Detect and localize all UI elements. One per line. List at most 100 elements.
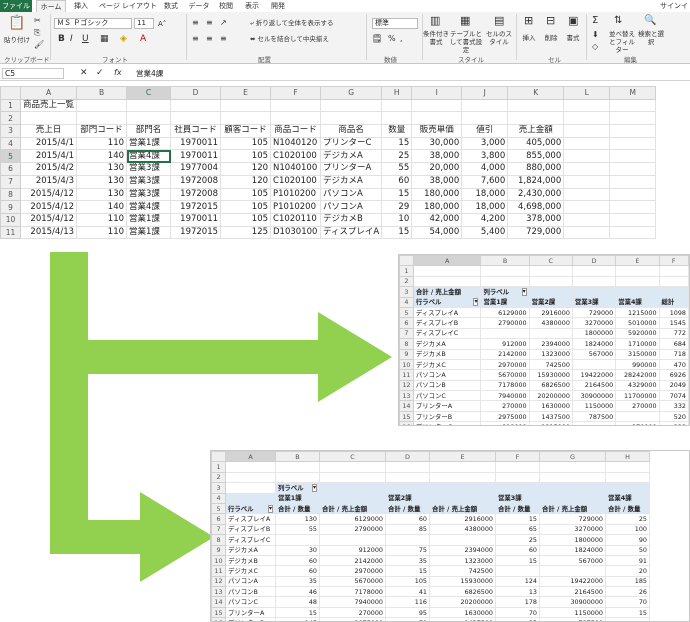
pivot1-cell-f16: 229	[658, 421, 689, 425]
pivot1-cell-e15	[615, 410, 660, 423]
pivot1-cell-a14: プリンターA	[412, 400, 482, 412]
pivot1-cell-a1	[412, 265, 482, 277]
pivot1-cell-e2	[615, 275, 660, 288]
pivot2-cell-d8	[385, 534, 430, 546]
pivot2-row-header-7: 7	[211, 523, 226, 536]
pivot2-row-header-13: 13	[211, 586, 226, 598]
pivot1-cell-c2	[528, 275, 573, 288]
pivot2-cell-d5: 合計 / 数量	[385, 502, 430, 515]
pivot1-cell-a5: ディスプレイA	[412, 306, 482, 319]
pivot1-cell-d13: 30900000	[571, 390, 617, 402]
pivot2-cell-e6: 2916000	[429, 513, 496, 525]
pivot1-cell-f12: 2049	[658, 379, 689, 392]
pivot2-cell-h16	[605, 617, 650, 621]
pivot2-cell-e12: 15930000	[429, 575, 496, 588]
pivot2-column-header-h: H	[605, 451, 650, 463]
pivot1-cell-e13: 11700000	[615, 390, 660, 402]
pivot2-row-header-2: 2	[211, 471, 226, 484]
pivot1-column-header-d: D	[571, 255, 617, 267]
pivot2-cell-h13: 26	[605, 586, 650, 598]
pivot2-row-header-12: 12	[211, 575, 226, 588]
pivot2-cell-c9: 912000	[319, 544, 386, 556]
pivot1-cell-a13: パソコンC	[412, 390, 482, 402]
pivot1-cell-b7	[480, 327, 530, 340]
pivot1-cell-a2	[412, 275, 482, 288]
pivot2-cell-a7: ディスプレイB	[225, 523, 276, 536]
pivot1-cell-e7: 5920000	[615, 327, 660, 340]
pivot1-row-header-16: 16	[399, 421, 414, 425]
pivot2-cell-b13: 46	[275, 586, 320, 598]
pivot1-cell-a16: プリンターC	[412, 421, 482, 425]
pivot2-row-header-9: 9	[211, 544, 226, 556]
pivot2-cell-f1	[495, 461, 540, 473]
pivot2-cell-b7: 55	[275, 523, 320, 536]
pivot2-cell-d15: 95	[385, 606, 430, 619]
pivot2-cell-e4	[429, 492, 496, 504]
pivot2-cell-g9: 1824000	[539, 544, 606, 556]
pivot2-cell-g1	[539, 461, 606, 473]
pivot1-cell-f13: 7074	[658, 390, 689, 402]
pivot2-cell-f14: 178	[495, 596, 540, 608]
pivot2-cell-d14: 116	[385, 596, 430, 608]
pivot1-cell-a4: 行ラベル	[412, 296, 482, 308]
pivot2-cell-e13: 6826500	[429, 586, 496, 598]
pivot1-cell-d15: 787500	[571, 410, 617, 423]
pivot-table-1-screenshot: ABCDEF123合計 / 売上金額列ラベル4行ラベル営業1課営業2課営業3課営…	[398, 254, 690, 426]
pivot2-cell-g6: 729000	[539, 513, 606, 525]
pivot2-cell-d2	[385, 471, 430, 484]
pivot1-cell-f8: 684	[658, 338, 689, 350]
pivot1-cell-a12: パソコンB	[412, 379, 482, 392]
pivot1-column-header-c: C	[528, 255, 573, 267]
pivot1-cell-d1	[571, 265, 617, 277]
pivot1-cell-c8: 2394000	[528, 338, 573, 350]
pivot2-cell-f5: 合計 / 数量	[495, 502, 540, 515]
pivot1-cell-c3	[528, 286, 573, 298]
pivot1-cell-a15: プリンターB	[412, 410, 482, 423]
pivot2-row-header-10: 10	[211, 554, 226, 567]
pivot2-cell-g14: 30900000	[539, 596, 606, 608]
pivot1-cell-f15: 520	[658, 410, 689, 423]
pivot1-cell-f3	[658, 286, 689, 298]
pivot2-cell-c2	[319, 471, 386, 484]
pivot2-row-header-14: 14	[211, 596, 226, 608]
pivot1-cell-c1	[528, 265, 573, 277]
pivot1-row-header-15: 15	[399, 410, 414, 423]
pivot1-cell-d4: 営業3課	[571, 296, 617, 308]
pivot1-cell-e11: 28242000	[615, 369, 660, 381]
pivot2-column-header-e: E	[429, 451, 496, 463]
pivot1-row-header-14: 14	[399, 400, 414, 412]
pivot1-cell-e16: 270000	[615, 421, 660, 425]
pivot2-column-header-b: B	[275, 451, 320, 463]
pivot1-cell-e14: 270000	[615, 400, 660, 412]
pivot2-cell-f15: 70	[495, 606, 540, 619]
pivot2-row-header-4: 4	[211, 492, 226, 504]
pivot1-cell-c14: 1630000	[528, 400, 573, 412]
pivot2-cell-e5: 合計 / 売上金額	[429, 502, 496, 515]
pivot1-cell-d6: 3270000	[571, 317, 617, 329]
pivot2-column-header-c: C	[319, 451, 386, 463]
pivot2-cell-d1	[385, 461, 430, 473]
pivot1-cell-e5: 1215000	[615, 306, 660, 319]
pivot2-cell-h12: 185	[605, 575, 650, 588]
pivot1-row-header-10: 10	[399, 358, 414, 371]
pivot1-cell-c11: 15930000	[528, 369, 573, 381]
pivot2-cell-g3	[539, 482, 606, 494]
pivot2-cell-c6: 6129000	[319, 513, 386, 525]
pivot2-cell-a15: プリンターA	[225, 606, 276, 619]
pivot2-cell-c14: 7940000	[319, 596, 386, 608]
pivot2-cell-d4: 営業2課	[385, 492, 430, 504]
pivot1-cell-a10: デジカメC	[412, 358, 482, 371]
pivot2-cell-h10: 91	[605, 554, 650, 567]
pivot1-cell-a11: パソコンA	[412, 369, 482, 381]
pivot2-cell-b9: 30	[275, 544, 320, 556]
pivot2-cell-a14: パソコンC	[225, 596, 276, 608]
pivot2-cell-g4	[539, 492, 606, 504]
pivot2-cell-b1	[275, 461, 320, 473]
pivot2-cell-h14: 70	[605, 596, 650, 608]
pivot2-cell-c10: 2142000	[319, 554, 386, 567]
pivot1-cell-c10: 742500	[528, 358, 573, 371]
pivot1-cell-f2	[658, 275, 689, 288]
pivot2-cell-f6: 15	[495, 513, 540, 525]
pivot2-cell-a11: デジカメC	[225, 565, 276, 577]
pivot2-cell-b8	[275, 534, 320, 546]
